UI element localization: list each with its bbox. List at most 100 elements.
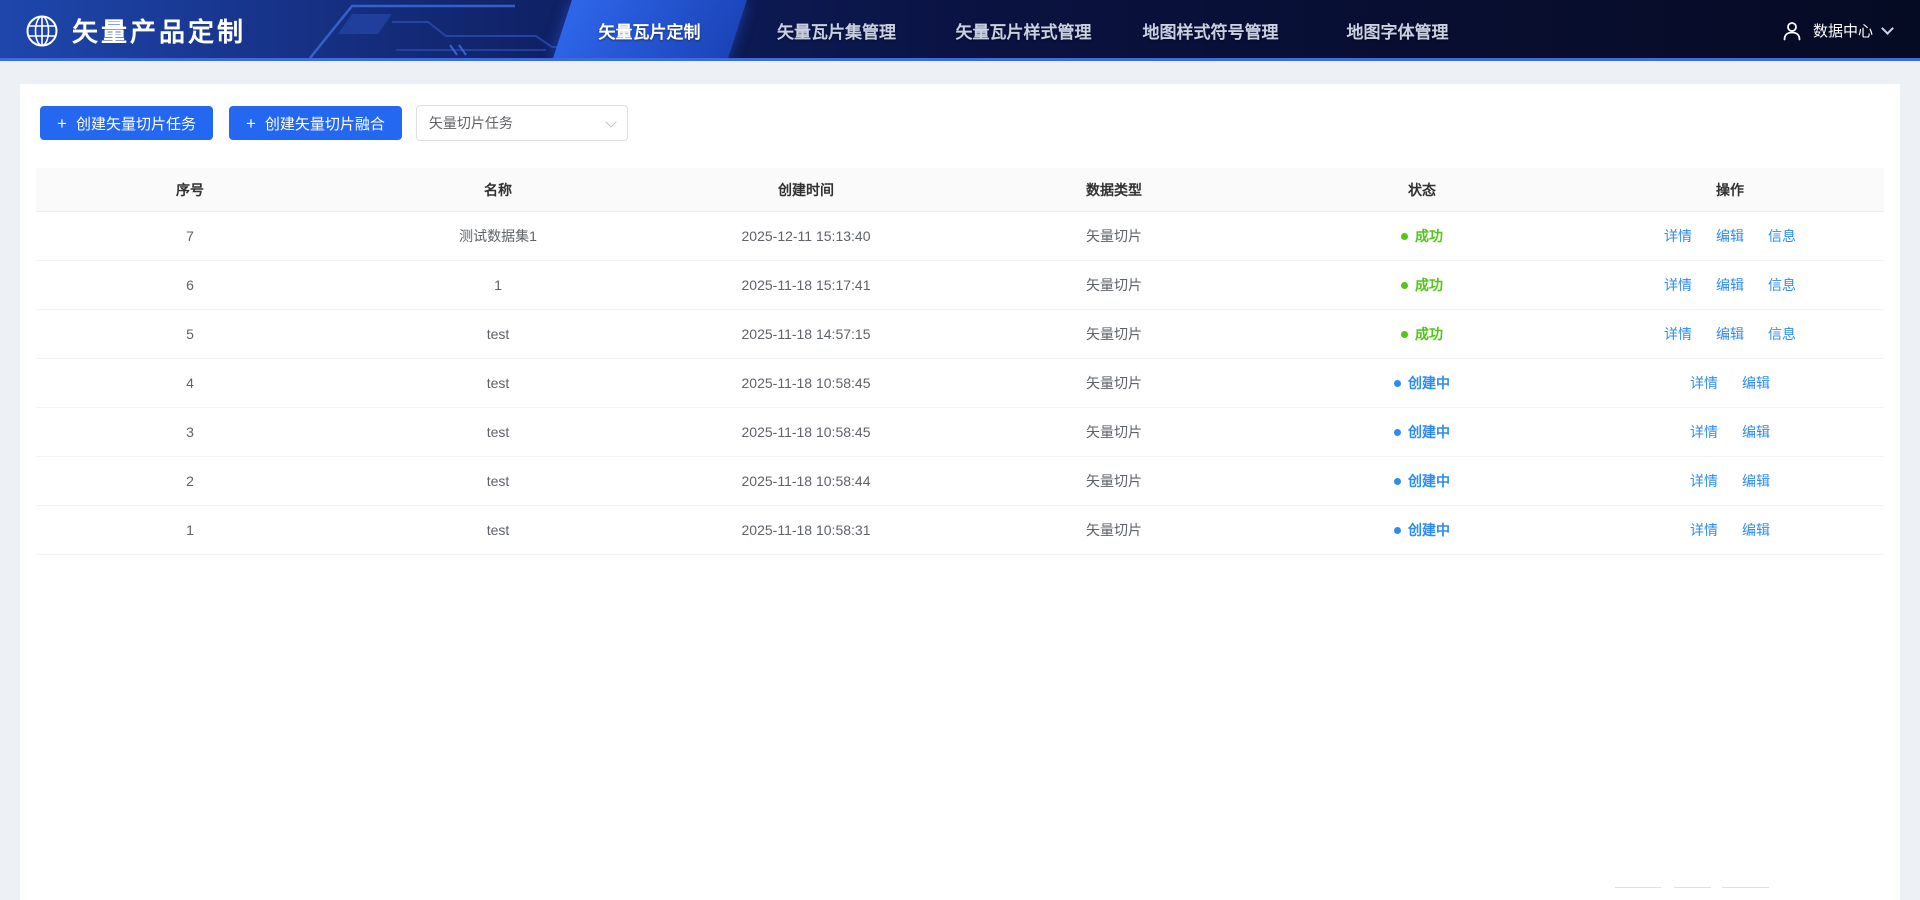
- cell-data-type: 矢量切片: [960, 324, 1268, 344]
- table-row: 1 test 2025-11-18 10:58:31 矢量切片 创建中 详情 编…: [36, 506, 1884, 555]
- info-link[interactable]: 信息: [1768, 324, 1796, 344]
- column-header-seq: 序号: [36, 180, 344, 200]
- cell-name: test: [344, 473, 652, 489]
- cell-created-at: 2025-11-18 10:58:44: [652, 473, 960, 489]
- status-badge: 创建中: [1394, 422, 1450, 442]
- cell-created-at: 2025-12-11 15:13:40: [652, 228, 960, 244]
- table-row: 7 测试数据集1 2025-12-11 15:13:40 矢量切片 成功 详情 …: [36, 212, 1884, 261]
- table-row: 4 test 2025-11-18 10:58:45 矢量切片 创建中 详情 编…: [36, 359, 1884, 408]
- status-dot-icon: [1401, 331, 1408, 338]
- create-vector-tile-task-button[interactable]: + 创建矢量切片任务: [40, 106, 213, 140]
- nav-tabs: 矢量瓦片定制 矢量瓦片集管理 矢量瓦片样式管理 地图样式符号管理 地图字体管理: [556, 0, 1491, 61]
- tab-vector-tile-style-management[interactable]: 矢量瓦片样式管理: [930, 0, 1117, 61]
- table-row: 6 1 2025-11-18 15:17:41 矢量切片 成功 详情 编辑 信息: [36, 261, 1884, 310]
- cell-data-type: 矢量切片: [960, 520, 1268, 540]
- button-label: 创建矢量切片任务: [76, 113, 196, 134]
- cell-name: test: [344, 522, 652, 538]
- detail-link[interactable]: 详情: [1664, 275, 1692, 295]
- column-header-created-at: 创建时间: [652, 180, 960, 200]
- tab-label: 地图样式符号管理: [1143, 18, 1279, 43]
- table-row: 5 test 2025-11-18 14:57:15 矢量切片 成功 详情 编辑…: [36, 310, 1884, 359]
- edit-link[interactable]: 编辑: [1742, 373, 1770, 393]
- detail-link[interactable]: 详情: [1690, 520, 1718, 540]
- tab-map-font-management[interactable]: 地图字体管理: [1304, 0, 1491, 61]
- status-dot-icon: [1394, 478, 1401, 485]
- edit-link[interactable]: 编辑: [1742, 471, 1770, 491]
- detail-link[interactable]: 详情: [1664, 226, 1692, 246]
- info-link[interactable]: 信息: [1768, 226, 1796, 246]
- cell-name: 1: [344, 277, 652, 293]
- plus-icon: +: [246, 115, 256, 132]
- cell-seq: 1: [36, 522, 344, 538]
- detail-link[interactable]: 详情: [1690, 422, 1718, 442]
- toolbar: + 创建矢量切片任务 + 创建矢量切片融合 矢量切片任务: [20, 84, 1900, 141]
- tab-label: 矢量瓦片样式管理: [956, 18, 1092, 43]
- cell-created-at: 2025-11-18 15:17:41: [652, 277, 960, 293]
- create-vector-tile-merge-button[interactable]: + 创建矢量切片融合: [229, 106, 402, 140]
- status-badge: 成功: [1401, 226, 1443, 246]
- cell-seq: 3: [36, 424, 344, 440]
- column-header-name: 名称: [344, 180, 652, 200]
- edit-link[interactable]: 编辑: [1716, 275, 1744, 295]
- status-dot-icon: [1401, 282, 1408, 289]
- detail-link[interactable]: 详情: [1690, 471, 1718, 491]
- column-header-status: 状态: [1268, 180, 1576, 200]
- status-badge: 创建中: [1394, 373, 1450, 393]
- cell-data-type: 矢量切片: [960, 471, 1268, 491]
- cell-data-type: 矢量切片: [960, 422, 1268, 442]
- select-value: 矢量切片任务: [429, 113, 513, 133]
- cell-created-at: 2025-11-18 10:58:45: [652, 424, 960, 440]
- app-title: 矢量产品定制: [72, 12, 246, 49]
- status-dot-icon: [1401, 233, 1408, 240]
- status-dot-icon: [1394, 380, 1401, 387]
- edit-link[interactable]: 编辑: [1742, 422, 1770, 442]
- detail-link[interactable]: 详情: [1690, 373, 1718, 393]
- tab-label: 矢量瓦片定制: [599, 18, 701, 43]
- cell-data-type: 矢量切片: [960, 373, 1268, 393]
- edit-link[interactable]: 编辑: [1716, 226, 1744, 246]
- pagination-next-button[interactable]: [1722, 887, 1769, 900]
- cell-data-type: 矢量切片: [960, 226, 1268, 246]
- status-dot-icon: [1394, 527, 1401, 534]
- button-label: 创建矢量切片融合: [265, 113, 385, 134]
- tab-map-style-symbol-management[interactable]: 地图样式符号管理: [1117, 0, 1304, 61]
- cell-data-type: 矢量切片: [960, 275, 1268, 295]
- plus-icon: +: [57, 115, 67, 132]
- task-type-select[interactable]: 矢量切片任务: [416, 105, 628, 141]
- chevron-down-icon: [605, 116, 616, 127]
- tab-label: 地图字体管理: [1347, 18, 1449, 43]
- table-row: 2 test 2025-11-18 10:58:44 矢量切片 创建中 详情 编…: [36, 457, 1884, 506]
- cell-created-at: 2025-11-18 10:58:31: [652, 522, 960, 538]
- pagination-prev-button[interactable]: [1615, 887, 1661, 900]
- status-dot-icon: [1394, 429, 1401, 436]
- detail-link[interactable]: 详情: [1664, 324, 1692, 344]
- cell-seq: 5: [36, 326, 344, 342]
- globe-icon: [24, 13, 60, 49]
- status-badge: 创建中: [1394, 520, 1450, 540]
- user-menu-label: 数据中心: [1813, 20, 1873, 41]
- pagination-page-button[interactable]: [1674, 887, 1711, 900]
- status-badge: 创建中: [1394, 471, 1450, 491]
- edit-link[interactable]: 编辑: [1742, 520, 1770, 540]
- top-nav: 矢量产品定制 矢量瓦片定制 矢量瓦片集管理 矢量瓦片样式管理 地图样式符号管理 …: [0, 0, 1920, 61]
- cell-created-at: 2025-11-18 14:57:15: [652, 326, 960, 342]
- cell-name: test: [344, 375, 652, 391]
- tab-label: 矢量瓦片集管理: [777, 18, 896, 43]
- info-link[interactable]: 信息: [1768, 275, 1796, 295]
- cell-name: test: [344, 424, 652, 440]
- cell-seq: 6: [36, 277, 344, 293]
- table-row: 3 test 2025-11-18 10:58:45 矢量切片 创建中 详情 编…: [36, 408, 1884, 457]
- cell-seq: 4: [36, 375, 344, 391]
- user-icon: [1781, 20, 1803, 42]
- cell-name: test: [344, 326, 652, 342]
- content-card: + 创建矢量切片任务 + 创建矢量切片融合 矢量切片任务 序号 名称 创建时间 …: [20, 84, 1900, 900]
- tab-vector-tileset-management[interactable]: 矢量瓦片集管理: [743, 0, 930, 61]
- user-menu[interactable]: 数据中心: [1781, 0, 1892, 61]
- tab-vector-tile-customization[interactable]: 矢量瓦片定制: [556, 0, 743, 61]
- status-badge: 成功: [1401, 324, 1443, 344]
- edit-link[interactable]: 编辑: [1716, 324, 1744, 344]
- cell-seq: 7: [36, 228, 344, 244]
- brand-logo: 矢量产品定制: [24, 0, 246, 61]
- chevron-down-icon: [1881, 22, 1894, 35]
- status-badge: 成功: [1401, 275, 1443, 295]
